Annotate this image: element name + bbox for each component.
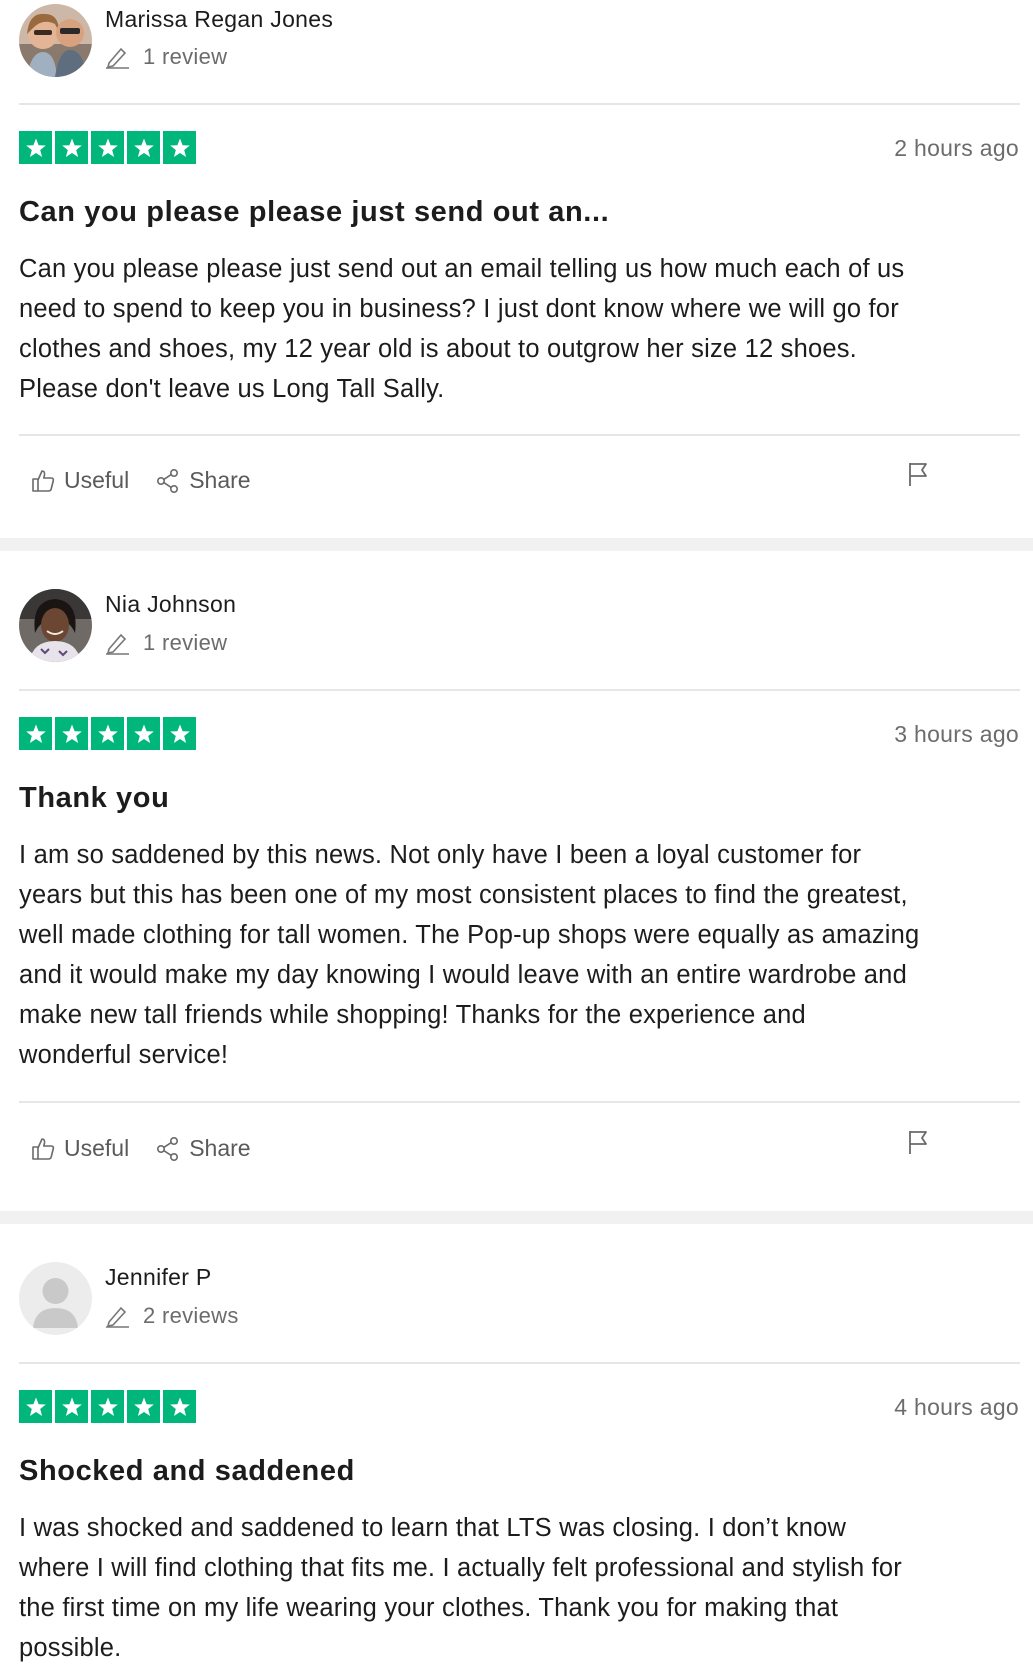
review-separator bbox=[0, 1211, 1033, 1224]
star-icon bbox=[55, 1390, 88, 1423]
review-title[interactable]: Can you please please just send out an..… bbox=[19, 196, 609, 229]
share-icon bbox=[157, 468, 179, 493]
review-actions: Useful Share bbox=[30, 467, 277, 494]
pencil-icon bbox=[106, 633, 129, 655]
pencil-icon bbox=[106, 1306, 129, 1328]
star-icon bbox=[163, 717, 196, 750]
star-icon bbox=[55, 131, 88, 164]
review-body: Can you please please just send out an e… bbox=[19, 249, 1023, 409]
reviewer-name[interactable]: Jennifer P bbox=[105, 1264, 212, 1291]
review-text-line: make new tall friends while shopping! Th… bbox=[19, 1001, 806, 1029]
review-text-line: Can you please please just send out an e… bbox=[19, 255, 905, 283]
star-icon bbox=[163, 131, 196, 164]
useful-label: Useful bbox=[64, 1135, 130, 1161]
review-count-label: 1 review bbox=[143, 630, 228, 655]
divider bbox=[19, 1362, 1020, 1364]
reviewer-name[interactable]: Nia Johnson bbox=[105, 591, 236, 618]
reviewer-name[interactable]: Marissa Regan Jones bbox=[105, 6, 333, 33]
review-text-line: Please don't leave us Long Tall Sally. bbox=[19, 375, 445, 403]
review-actions: Useful Share bbox=[30, 1135, 277, 1162]
avatar[interactable] bbox=[19, 4, 92, 77]
star-icon bbox=[19, 131, 52, 164]
useful-label: Useful bbox=[64, 467, 130, 493]
flag-icon[interactable] bbox=[906, 461, 930, 487]
star-icon bbox=[55, 717, 88, 750]
pencil-icon bbox=[106, 47, 129, 69]
share-label: Share bbox=[189, 467, 251, 493]
review-text-line: I am so saddened by this news. Not only … bbox=[19, 841, 862, 869]
flag-icon[interactable] bbox=[906, 1129, 930, 1155]
review-card: Marissa Regan Jones 1 review 2 hours ago… bbox=[0, 0, 1033, 538]
review-card: Jennifer P 2 reviews 4 hours ago Shocked… bbox=[0, 1224, 1033, 1674]
review-date: 2 hours ago bbox=[894, 135, 1019, 161]
star-icon bbox=[127, 1390, 160, 1423]
review-text-line: possible. bbox=[19, 1634, 122, 1662]
share-button[interactable]: Share bbox=[155, 1135, 251, 1162]
review-date: 3 hours ago bbox=[894, 721, 1019, 747]
star-icon bbox=[91, 131, 124, 164]
review-card: Nia Johnson 1 review 3 hours ago Thank y… bbox=[0, 551, 1033, 1211]
review-count-label: 2 reviews bbox=[143, 1303, 239, 1328]
review-text-line: the first time on my life wearing your c… bbox=[19, 1594, 839, 1622]
review-title[interactable]: Shocked and saddened bbox=[19, 1455, 355, 1488]
avatar[interactable] bbox=[19, 1262, 92, 1335]
divider bbox=[19, 434, 1020, 436]
share-button[interactable]: Share bbox=[155, 467, 251, 494]
review-count: 1 review bbox=[105, 44, 227, 70]
star-rating bbox=[19, 1390, 199, 1423]
thumbs-up-icon bbox=[32, 469, 55, 492]
star-rating bbox=[19, 717, 199, 750]
thumbs-up-icon bbox=[32, 1137, 55, 1160]
review-text-line: I was shocked and saddened to learn that… bbox=[19, 1514, 847, 1542]
share-label: Share bbox=[189, 1135, 251, 1161]
review-title[interactable]: Thank you bbox=[19, 782, 169, 815]
review-separator bbox=[0, 538, 1033, 551]
review-count-label: 1 review bbox=[143, 44, 228, 69]
star-icon bbox=[19, 717, 52, 750]
divider bbox=[19, 1101, 1020, 1103]
useful-button[interactable]: Useful bbox=[30, 467, 129, 494]
star-icon bbox=[127, 717, 160, 750]
review-text-line: need to spend to keep you in business? I… bbox=[19, 295, 899, 323]
star-icon bbox=[127, 131, 160, 164]
avatar[interactable] bbox=[19, 589, 92, 662]
star-icon bbox=[91, 1390, 124, 1423]
share-icon bbox=[157, 1136, 179, 1161]
star-icon bbox=[91, 717, 124, 750]
review-count: 1 review bbox=[105, 630, 227, 656]
review-text-line: where I will find clothing that fits me.… bbox=[19, 1554, 902, 1582]
review-text-line: clothes and shoes, my 12 year old is abo… bbox=[19, 335, 857, 363]
divider bbox=[19, 103, 1020, 105]
divider bbox=[19, 689, 1020, 691]
star-icon bbox=[163, 1390, 196, 1423]
review-body: I am so saddened by this news. Not only … bbox=[19, 835, 1023, 1075]
review-date: 4 hours ago bbox=[894, 1394, 1019, 1420]
star-icon bbox=[19, 1390, 52, 1423]
useful-button[interactable]: Useful bbox=[30, 1135, 129, 1162]
review-text-line: well made clothing for tall women. The P… bbox=[19, 921, 920, 949]
review-count: 2 reviews bbox=[105, 1303, 239, 1329]
review-body: I was shocked and saddened to learn that… bbox=[19, 1508, 1023, 1668]
star-rating bbox=[19, 131, 199, 164]
review-text-line: wonderful service! bbox=[19, 1041, 229, 1069]
review-text-line: and it would make my day knowing I would… bbox=[19, 961, 907, 989]
review-text-line: years but this has been one of my most c… bbox=[19, 881, 908, 909]
